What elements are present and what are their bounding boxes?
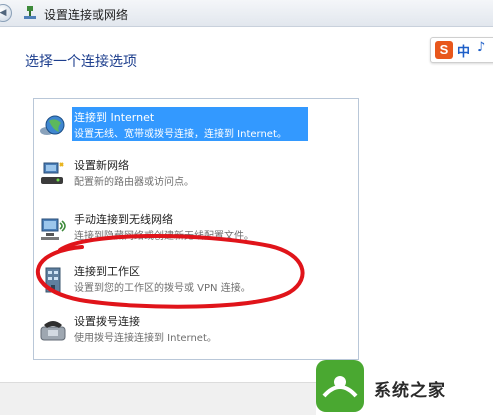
globe-network-icon <box>40 115 65 135</box>
window-title: 设置连接或网络 <box>44 8 129 22</box>
option-new-network[interactable]: 设置新网络 配置新的路由器或访问点。 <box>36 155 356 191</box>
option-manual-wireless[interactable]: 手动连接到无线网络 连接到隐藏网络或创建新无线配置文件。 <box>36 209 356 245</box>
title-bar: ◀ 设置连接或网络 <box>0 0 493 27</box>
option-description: 设置无线、宽带或拨号连接，连接到 Internet。 <box>74 129 287 140</box>
back-button[interactable]: ◀ <box>0 4 12 22</box>
option-title: 设置拨号连接 <box>74 315 140 328</box>
ime-toolbar[interactable]: S 中 ♪ <box>430 37 493 63</box>
bottom-strip <box>0 382 316 415</box>
connection-options-list: 连接到 Internet 设置无线、宽带或拨号连接，连接到 Internet。 … <box>33 98 359 360</box>
option-connect-internet[interactable]: 连接到 Internet 设置无线、宽带或拨号连接，连接到 Internet。 <box>36 107 356 143</box>
option-dialup[interactable]: 设置拨号连接 使用拨号连接连接到 Internet。 <box>36 311 356 347</box>
option-title: 手动连接到无线网络 <box>74 213 173 226</box>
watermark-logo-icon <box>316 360 364 412</box>
workplace-icon <box>45 267 61 293</box>
ime-extra-icon[interactable]: ♪ <box>477 40 485 55</box>
option-description: 配置新的路由器或访问点。 <box>74 177 194 188</box>
option-description: 设置到您的工作区的拨号或 VPN 连接。 <box>74 283 251 294</box>
dialup-phone-icon <box>40 321 66 341</box>
new-network-icon <box>41 162 64 184</box>
network-setup-icon <box>24 6 36 19</box>
option-description: 使用拨号连接连接到 Internet。 <box>74 333 217 344</box>
option-title: 设置新网络 <box>74 159 129 172</box>
watermark-text: 系统之家 <box>374 381 446 401</box>
option-title: 连接到工作区 <box>74 265 140 278</box>
ime-logo: S <box>435 41 453 59</box>
option-description: 连接到隐藏网络或创建新无线配置文件。 <box>74 231 254 242</box>
option-title: 连接到 Internet <box>74 111 155 124</box>
page-instruction: 选择一个连接选项 <box>25 54 137 70</box>
wireless-computer-icon <box>41 218 66 240</box>
ime-mode-toggle[interactable]: 中 <box>457 41 470 60</box>
option-workplace[interactable]: 连接到工作区 设置到您的工作区的拨号或 VPN 连接。 <box>36 261 356 297</box>
watermark: 系统之家 <box>316 352 493 414</box>
